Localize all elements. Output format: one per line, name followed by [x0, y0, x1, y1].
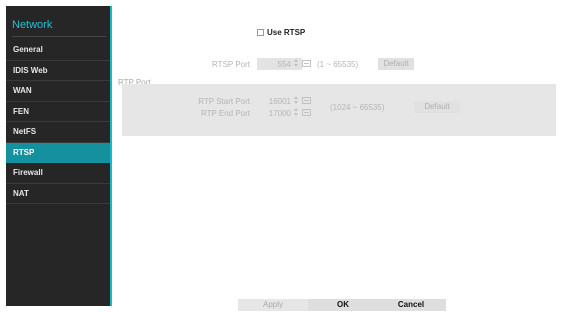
use-rtsp-row: Use RTSP [257, 28, 305, 37]
sidebar: Network General IDIS Web WAN FEN NetFS R… [6, 6, 110, 306]
sidebar-title-divider [12, 36, 106, 37]
sidebar-item-rtsp[interactable]: RTSP [6, 142, 110, 163]
use-rtsp-checkbox[interactable] [257, 29, 264, 36]
keyboard-icon[interactable] [302, 109, 311, 116]
sidebar-title: Network [12, 19, 53, 31]
keyboard-icon[interactable] [302, 97, 311, 104]
sidebar-item-general[interactable]: General [6, 40, 110, 61]
sidebar-item-fen[interactable]: FEN [6, 102, 110, 122]
rtsp-default-button[interactable]: Default [378, 58, 414, 70]
rtsp-port-label: RTSP Port [212, 60, 250, 69]
sidebar-item-idis-web[interactable]: IDIS Web [6, 61, 110, 81]
sidebar-item-netfs[interactable]: NetFS [6, 122, 110, 143]
ok-button[interactable]: OK [308, 299, 378, 311]
rtp-end-port-value[interactable]: 17000 [257, 109, 291, 118]
rtsp-port-range: (1 ~ 65535) [317, 60, 359, 69]
spin-updown-icon[interactable] [293, 108, 301, 117]
keyboard-icon[interactable] [302, 60, 311, 67]
sidebar-item-firewall[interactable]: Firewall [6, 163, 110, 184]
rtsp-port-value: 554 [277, 60, 291, 69]
rtp-port-range: (1024 ~ 65535) [330, 103, 385, 112]
use-rtsp-label: Use RTSP [267, 28, 306, 37]
sidebar-menu: General IDIS Web WAN FEN NetFS RTSP Fire… [6, 40, 110, 204]
rtp-start-port-value[interactable]: 16001 [257, 97, 291, 106]
rtp-end-port-label: RTP End Port [200, 109, 250, 118]
cancel-button[interactable]: Cancel [376, 299, 446, 311]
apply-button[interactable]: Apply [238, 299, 308, 311]
spin-updown-icon[interactable] [293, 59, 301, 68]
sidebar-item-nat[interactable]: NAT [6, 184, 110, 204]
rtp-start-port-label: RTP Start Port [198, 97, 250, 106]
rtp-default-button[interactable]: Default [414, 101, 460, 113]
rtsp-settings-panel: Use RTSP RTSP Port 554 (1 ~ 65535) Defau… [112, 6, 556, 311]
sidebar-item-wan[interactable]: WAN [6, 81, 110, 102]
spin-updown-icon[interactable] [293, 96, 301, 105]
